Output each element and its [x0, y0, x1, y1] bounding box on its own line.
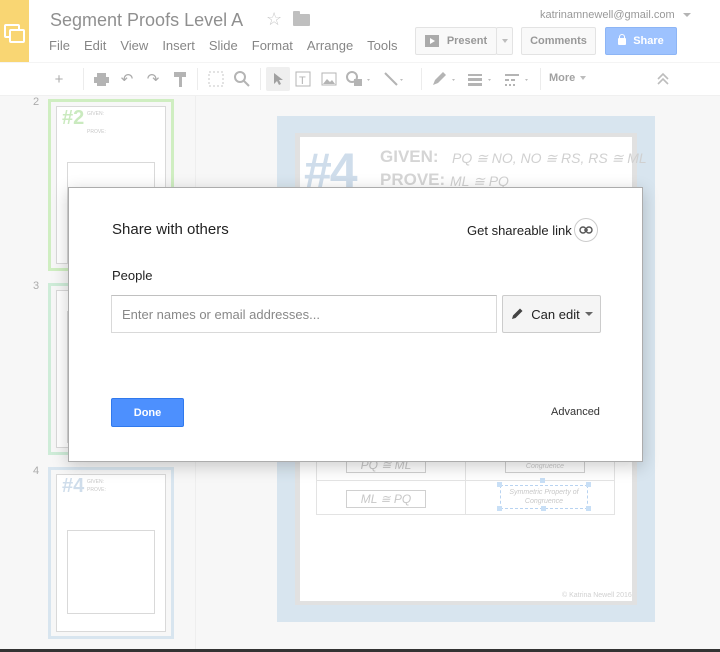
- advanced-link[interactable]: Advanced: [551, 406, 600, 418]
- permission-dropdown[interactable]: Can edit: [502, 295, 601, 333]
- people-label: People: [112, 268, 153, 283]
- dialog-title: Share with others: [112, 221, 229, 238]
- chevron-down-icon: [584, 312, 593, 316]
- people-input[interactable]: [111, 295, 497, 333]
- done-button[interactable]: Done: [111, 398, 184, 427]
- get-shareable-link[interactable]: Get shareable link: [467, 223, 572, 238]
- permission-label: Can edit: [531, 306, 580, 322]
- link-icon[interactable]: [574, 218, 598, 242]
- pencil-icon: [512, 308, 523, 319]
- share-dialog: Share with others Get shareable link Peo…: [68, 187, 643, 462]
